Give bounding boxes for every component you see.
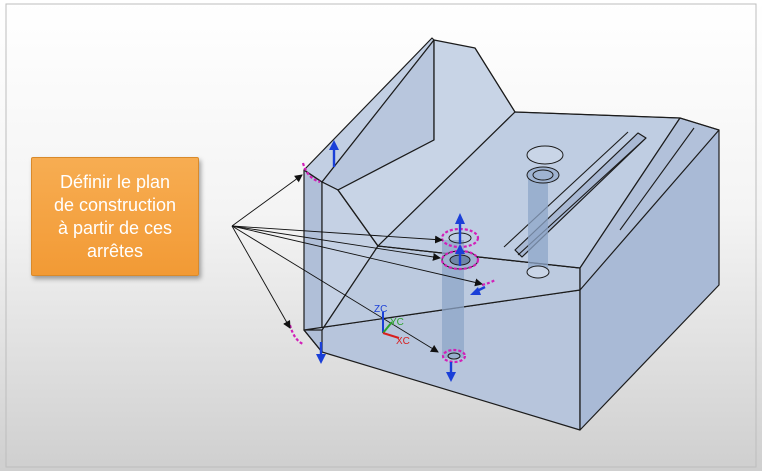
graphics-viewport[interactable]: ZC YC XC Définir le plan de construction…	[0, 0, 762, 471]
callout-line-4: arrêtes	[86, 240, 144, 261]
callout-line-1: Définir le plan	[59, 171, 171, 192]
callout-line-2: de construction	[53, 194, 177, 215]
part-face-left[interactable]	[303, 169, 323, 353]
hole-top-circle[interactable]	[526, 145, 564, 165]
callout-line-3: à partir de ces	[57, 217, 173, 238]
hole-right-bore	[528, 170, 548, 268]
triad-x-label: XC	[396, 336, 410, 347]
instruction-callout: Définir le plan de construction à partir…	[31, 157, 199, 276]
hole-top-circle-inner[interactable]	[526, 166, 560, 184]
hole-small-circle[interactable]	[526, 265, 550, 279]
triad-y-label: YC	[390, 317, 404, 328]
triad-z-label: ZC	[374, 304, 387, 315]
